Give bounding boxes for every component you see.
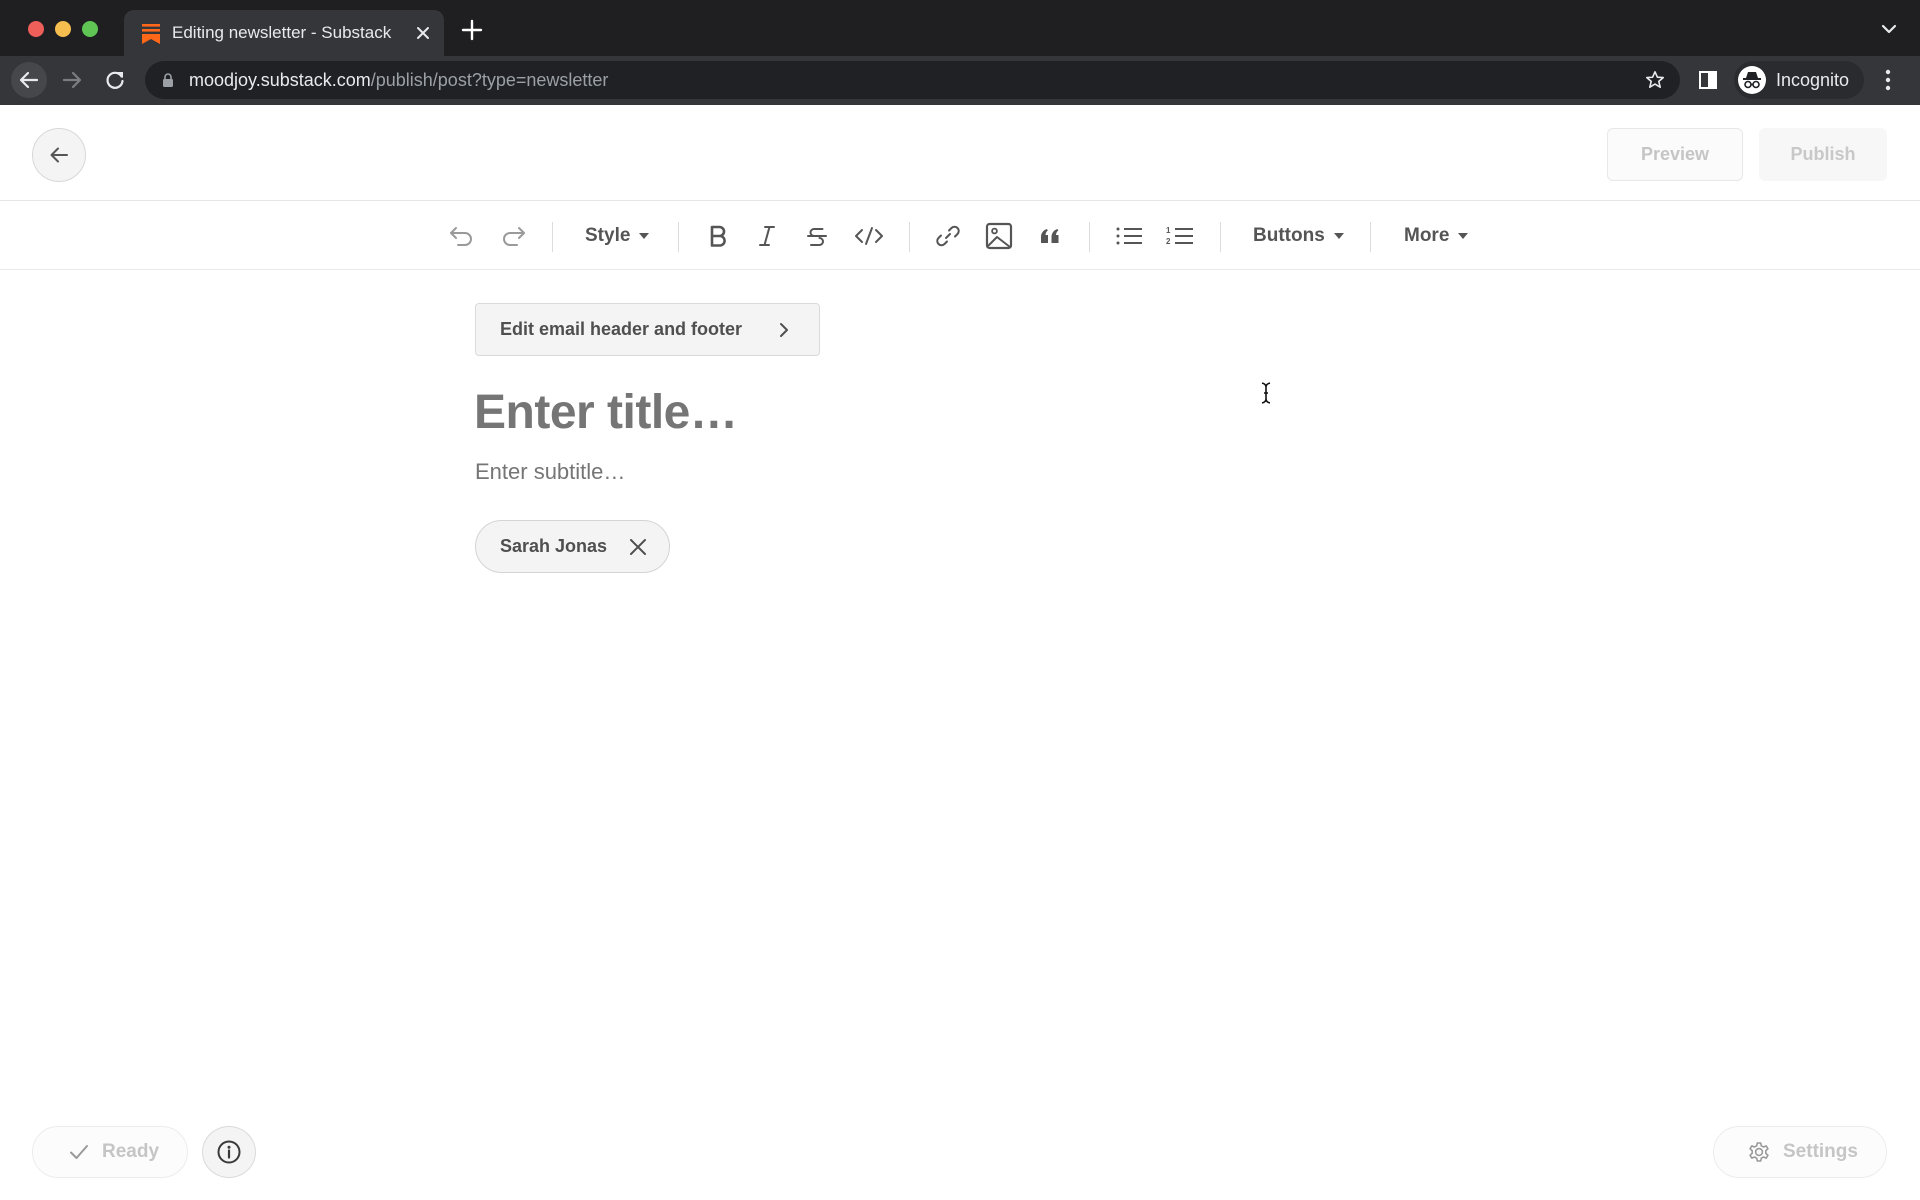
more-dropdown-label: More [1404, 225, 1450, 246]
address-bar[interactable]: moodjoy.substack.com/publish/post?type=n… [145, 61, 1680, 99]
bullet-list-button[interactable] [1113, 220, 1145, 252]
caret-down-icon [639, 233, 650, 239]
settings-button[interactable]: Settings [1713, 1126, 1887, 1178]
kebab-menu-icon[interactable] [1884, 68, 1892, 92]
ready-status-button[interactable]: Ready [32, 1126, 188, 1178]
back-button[interactable] [32, 128, 86, 182]
bold-button[interactable] [703, 220, 733, 252]
edit-email-header-footer-button[interactable]: Edit email header and footer [475, 303, 820, 356]
browser-tab-active[interactable]: Editing newsletter - Substack [124, 10, 444, 56]
star-icon[interactable] [1645, 70, 1665, 90]
new-tab-button[interactable] [459, 17, 485, 43]
preview-button[interactable]: Preview [1607, 128, 1743, 181]
svg-text:2: 2 [1166, 237, 1171, 246]
post-title-input[interactable] [474, 385, 1374, 440]
image-icon [985, 222, 1013, 250]
gear-icon [1749, 1142, 1769, 1162]
caret-down-icon [1333, 233, 1344, 239]
chevron-down-icon[interactable] [1880, 22, 1898, 36]
toolbar-divider [552, 222, 553, 252]
url-text: moodjoy.substack.com/publish/post?type=n… [189, 70, 608, 91]
link-icon [936, 225, 960, 247]
quote-button[interactable] [1035, 220, 1065, 252]
code-button[interactable] [851, 220, 887, 252]
close-icon [417, 27, 429, 39]
buttons-dropdown-label: Buttons [1253, 225, 1325, 246]
tab-strip: Editing newsletter - Substack [0, 0, 1920, 56]
svg-text:1: 1 [1166, 226, 1171, 235]
url-path: /publish/post?type=newsletter [370, 70, 609, 90]
ready-status-label: Ready [102, 1141, 160, 1162]
toolbar-divider [678, 222, 679, 252]
browser-forward-button[interactable] [54, 62, 90, 98]
post-subtitle-input[interactable] [475, 459, 1375, 485]
reload-icon [106, 71, 124, 89]
author-chip: Sarah Jonas [475, 520, 670, 573]
bold-icon [710, 225, 726, 247]
redo-button[interactable] [497, 220, 529, 252]
info-button[interactable] [202, 1126, 256, 1178]
numbered-list-button[interactable]: 12 [1164, 220, 1196, 252]
code-icon [855, 227, 883, 245]
incognito-label: Incognito [1776, 70, 1850, 90]
browser-back-button[interactable] [11, 62, 47, 98]
image-button[interactable] [983, 220, 1015, 252]
editor-header: Preview Publish [0, 105, 1920, 201]
strikethrough-icon [807, 228, 827, 246]
redo-icon [503, 227, 525, 246]
toolbar-divider [1089, 222, 1090, 252]
chevron-right-icon [780, 323, 788, 337]
browser-toolbar: moodjoy.substack.com/publish/post?type=n… [0, 56, 1920, 105]
info-icon [217, 1140, 241, 1164]
edit-email-header-footer-label: Edit email header and footer [500, 319, 743, 339]
numbered-list-icon: 12 [1166, 226, 1193, 246]
toolbar-divider [1220, 222, 1221, 252]
arrow-left-icon [19, 71, 39, 89]
incognito-profile-button[interactable]: Incognito [1734, 61, 1864, 99]
italic-button[interactable] [752, 220, 782, 252]
undo-button[interactable] [446, 220, 478, 252]
toolbar-divider [909, 222, 910, 252]
browser-chrome: Editing newsletter - Substack moodjoy.su… [0, 0, 1920, 105]
url-host: moodjoy.substack.com [189, 70, 371, 90]
incognito-icon [1738, 66, 1766, 94]
style-dropdown-label: Style [585, 225, 631, 246]
publish-button[interactable]: Publish [1759, 128, 1887, 181]
italic-icon [759, 226, 775, 246]
window-minimize-button[interactable] [55, 21, 71, 37]
undo-icon [450, 227, 472, 246]
bullet-list-icon [1116, 227, 1142, 245]
buttons-dropdown[interactable]: Buttons [1253, 220, 1344, 252]
side-panel-icon[interactable] [1699, 71, 1717, 89]
checkmark-icon [70, 1145, 88, 1159]
tab-title: Editing newsletter - Substack [172, 23, 392, 42]
settings-label: Settings [1783, 1141, 1858, 1162]
link-button[interactable] [932, 220, 964, 252]
window-zoom-button[interactable] [82, 21, 98, 37]
plus-icon [461, 19, 483, 41]
more-dropdown[interactable]: More [1404, 220, 1469, 252]
lock-icon [163, 73, 173, 87]
substack-logo-icon [142, 24, 160, 44]
author-name: Sarah Jonas [500, 536, 608, 556]
remove-author-icon[interactable] [629, 538, 647, 556]
arrow-left-icon [50, 147, 68, 163]
text-cursor-icon [1261, 382, 1271, 404]
strikethrough-button[interactable] [802, 220, 832, 252]
close-tab-button[interactable] [412, 22, 434, 44]
caret-down-icon [1458, 233, 1469, 239]
style-dropdown[interactable]: Style [585, 220, 650, 252]
arrow-right-icon [62, 71, 82, 89]
formatting-toolbar: Style 12 Buttons More [0, 202, 1920, 270]
quote-icon [1040, 229, 1059, 243]
toolbar-divider [1370, 222, 1371, 252]
browser-reload-button[interactable] [97, 62, 133, 98]
window-close-button[interactable] [28, 21, 44, 37]
